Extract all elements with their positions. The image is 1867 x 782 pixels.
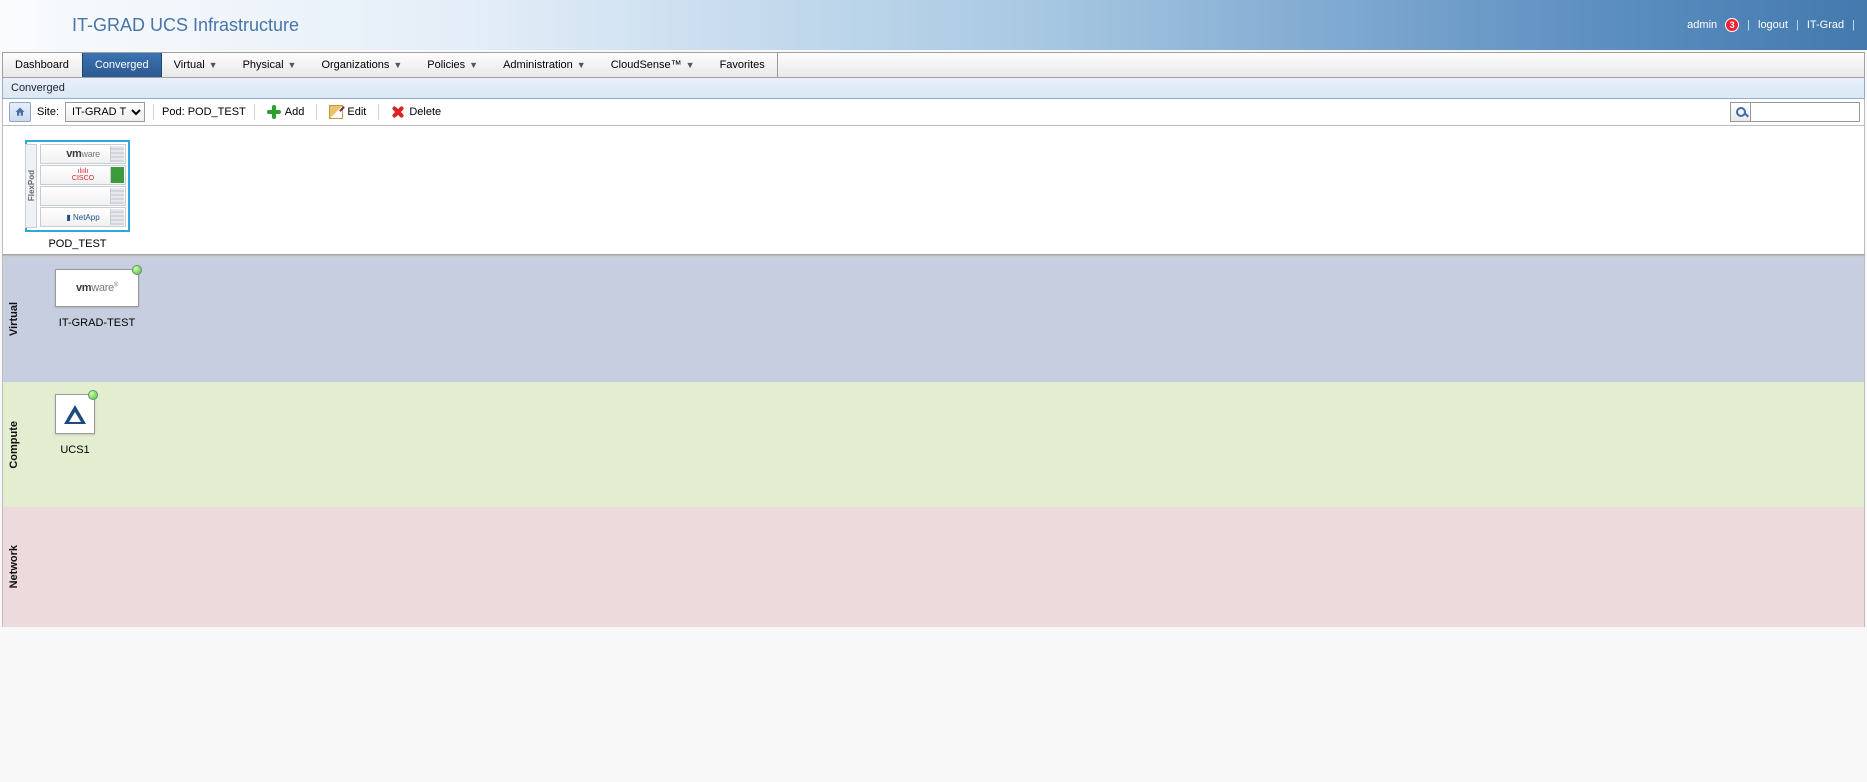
chevron-down-icon: ▼: [393, 60, 402, 70]
edit-icon: [329, 105, 343, 119]
nav-organizations[interactable]: Organizations▼: [309, 53, 415, 77]
stack-label-network: Network: [3, 507, 25, 627]
logout-link[interactable]: logout: [1758, 19, 1788, 31]
chevron-down-icon: ▼: [469, 60, 478, 70]
pod-row-vmware: vmware: [40, 144, 126, 164]
app-title: IT-GRAD UCS Infrastructure: [72, 15, 299, 36]
virtual-card[interactable]: vmware® IT-GRAD-TEST: [55, 269, 139, 329]
status-dot-icon: [88, 390, 98, 400]
pod-card[interactable]: FlexPod vmware ılıılıCISCO ▮ NetApp POD_…: [25, 140, 130, 250]
chevron-down-icon: ▼: [577, 60, 586, 70]
nav-cloudsense[interactable]: CloudSense™▼: [599, 53, 708, 77]
stack-network: Network: [2, 507, 1865, 627]
nav-dashboard[interactable]: Dashboard: [3, 53, 82, 77]
app-header: IT-GRAD UCS Infrastructure admin 3 | log…: [0, 0, 1867, 50]
add-button[interactable]: Add: [263, 103, 309, 121]
chevron-down-icon: ▼: [288, 60, 297, 70]
stack-compute: Compute UCS1: [2, 382, 1865, 507]
edit-button[interactable]: Edit: [325, 103, 370, 121]
search-icon[interactable]: [1730, 102, 1750, 122]
stack-label-compute: Compute: [3, 382, 25, 507]
stack-virtual: Virtual vmware® IT-GRAD-TEST: [2, 257, 1865, 382]
nav-favorites[interactable]: Favorites: [708, 53, 778, 77]
pod-name: POD_TEST: [25, 238, 130, 250]
pod-row-netapp: ▮ NetApp: [40, 207, 126, 227]
nav-virtual[interactable]: Virtual▼: [162, 53, 231, 77]
user-link[interactable]: admin: [1687, 19, 1717, 31]
delete-icon: [391, 105, 405, 119]
virtual-card-label: IT-GRAD-TEST: [55, 317, 139, 329]
plus-icon: [267, 105, 281, 119]
status-dot-icon: [132, 265, 142, 275]
home-icon: [14, 106, 26, 118]
header-right: admin 3 | logout | IT-Grad |: [1687, 18, 1855, 32]
nav-administration[interactable]: Administration▼: [491, 53, 599, 77]
main-nav: Dashboard Converged Virtual▼ Physical▼ O…: [2, 52, 1865, 78]
pod-area: FlexPod vmware ılıılıCISCO ▮ NetApp POD_…: [2, 126, 1865, 254]
search-box: [1730, 102, 1860, 122]
chevron-down-icon: ▼: [686, 60, 695, 70]
chevron-down-icon: ▼: [209, 60, 218, 70]
page-title: Converged: [2, 78, 1865, 99]
home-button[interactable]: [9, 102, 31, 122]
compute-card[interactable]: UCS1: [55, 394, 95, 456]
site-label: Site:: [37, 106, 59, 118]
delete-button[interactable]: Delete: [387, 103, 445, 121]
toolbar: Site: IT-GRAD T... Pod: POD_TEST Add Edi…: [2, 99, 1865, 126]
compute-card-label: UCS1: [55, 444, 95, 456]
stack-label-virtual: Virtual: [3, 257, 25, 382]
ucs-icon: [55, 394, 95, 434]
vmware-icon: vmware®: [55, 269, 139, 307]
nav-converged[interactable]: Converged: [82, 53, 162, 77]
pod-row-empty: [40, 186, 126, 206]
org-link[interactable]: IT-Grad: [1807, 19, 1844, 31]
pod-row-cisco: ılıılıCISCO: [40, 165, 126, 185]
site-select[interactable]: IT-GRAD T...: [65, 102, 145, 122]
pod-label: Pod: POD_TEST: [162, 106, 246, 118]
nav-physical[interactable]: Physical▼: [231, 53, 310, 77]
search-input[interactable]: [1750, 102, 1860, 122]
alerts-badge[interactable]: 3: [1725, 18, 1739, 32]
pod-type-label: FlexPod: [25, 144, 37, 228]
nav-policies[interactable]: Policies▼: [415, 53, 491, 77]
